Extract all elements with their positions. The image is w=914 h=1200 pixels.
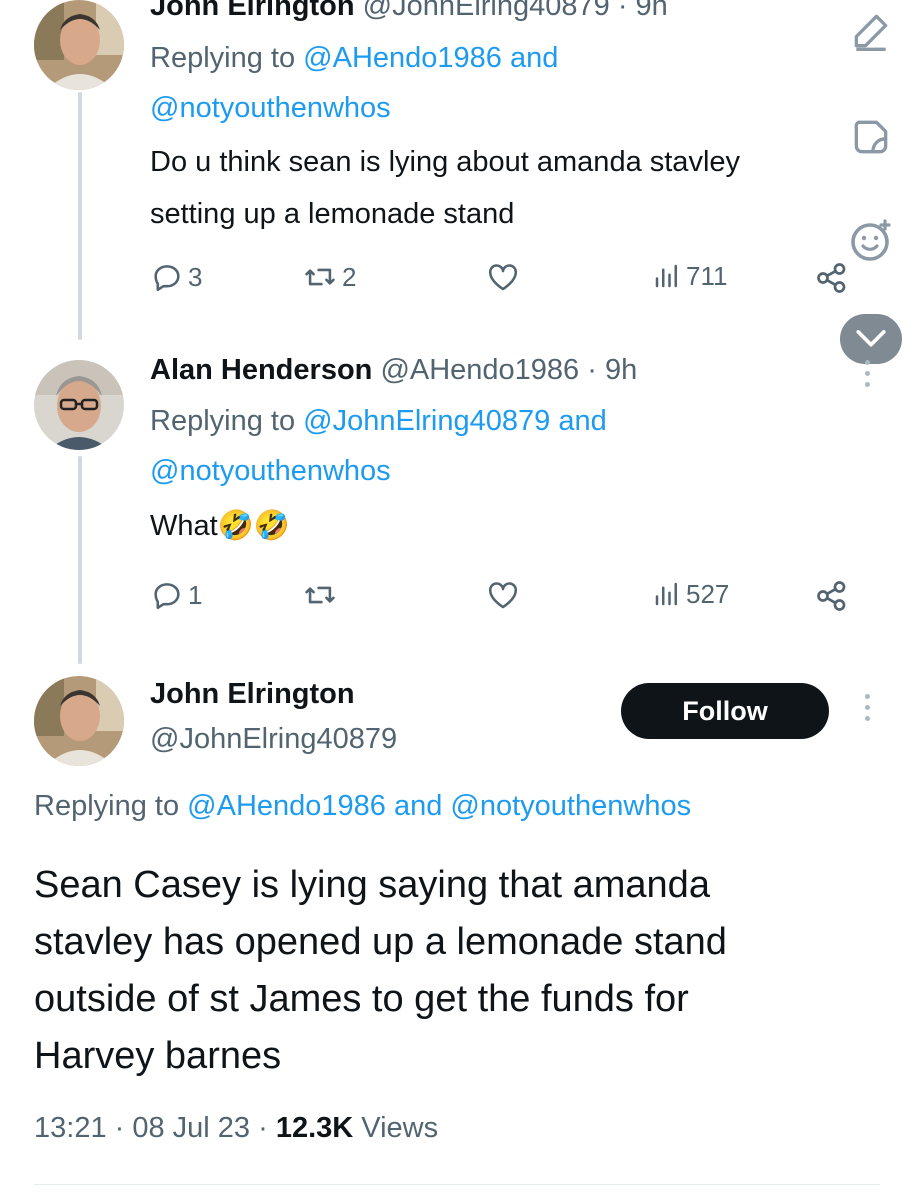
replying-prefix: Replying to	[34, 790, 188, 822]
main-author: John Elrington @JohnElring40879	[150, 678, 397, 756]
tweet-text-line: What	[150, 510, 218, 542]
and-text: and	[501, 42, 559, 74]
replying-prefix: Replying to	[150, 42, 304, 74]
avatar[interactable]	[34, 0, 124, 90]
separator-dot: ·	[579, 354, 605, 386]
avatar[interactable]	[34, 360, 124, 450]
views-button[interactable]: 527	[652, 578, 729, 610]
tweet-actions: 1 527	[150, 578, 870, 618]
share-button[interactable]	[814, 578, 850, 614]
thread-line	[78, 92, 82, 340]
views-count: 527	[686, 578, 730, 609]
mention-link[interactable]: @AHendo1986	[303, 42, 502, 74]
heart-icon	[488, 582, 518, 609]
retweet-count: 2	[342, 261, 357, 292]
mention-link[interactable]: @notyouthenwhos	[450, 790, 691, 822]
laughing-emoji: 🤣🤣	[217, 510, 290, 542]
follow-button[interactable]: Follow	[621, 683, 829, 739]
views-button[interactable]: 711	[652, 260, 727, 292]
mention-link[interactable]: @notyouthenwhos	[150, 92, 391, 124]
like-button[interactable]	[486, 260, 520, 294]
separator-dot: ·	[106, 1112, 133, 1144]
more-dots-icon[interactable]	[862, 694, 872, 721]
emoji-icon	[851, 219, 891, 261]
author-name[interactable]: John Elrington	[150, 678, 397, 711]
reply-count: 1	[188, 579, 203, 610]
and-text: and	[385, 790, 451, 822]
replying-to: Replying to @AHendo1986 and @notyouthenw…	[34, 790, 691, 823]
pencil-icon	[854, 14, 888, 51]
tweet-actions: 3 2 711	[150, 260, 870, 300]
thread-line	[78, 456, 82, 664]
reply-icon	[154, 265, 180, 292]
tweet-time[interactable]: 9h	[605, 354, 637, 386]
chevron-down-icon	[856, 330, 886, 347]
tweet-text-line: Harvey barnes	[34, 1035, 282, 1077]
tweet-header: John Elrington @JohnElring40879 · 9h	[150, 0, 668, 23]
and-text: and	[550, 405, 607, 437]
share-icon	[817, 581, 846, 611]
tweet-text-line: stavley has opened up a lemonade stand	[34, 921, 727, 963]
replying-to: Replying to @JohnElring40879 and @notyou…	[150, 396, 890, 496]
reply-button[interactable]: 3	[150, 260, 202, 294]
tweet-date[interactable]: 08 Jul 23	[132, 1112, 250, 1144]
reply-icon	[154, 583, 180, 610]
tweet-header: Alan Henderson @AHendo1986 · 9h	[150, 354, 637, 387]
tweet-text: What🤣🤣	[150, 500, 900, 552]
separator-dot: ·	[609, 0, 636, 22]
reply-button[interactable]: 1	[150, 578, 202, 612]
tweet-time[interactable]: 13:21	[34, 1112, 107, 1144]
edit-button[interactable]	[838, 0, 904, 64]
retweet-icon	[305, 586, 335, 604]
more-dots-icon[interactable]	[862, 360, 872, 387]
replying-prefix: Replying to	[150, 405, 304, 437]
tweet-time[interactable]: 9h	[636, 0, 668, 22]
reply-count: 3	[188, 261, 203, 292]
views-icon	[655, 582, 677, 606]
author-handle[interactable]: @JohnElring40879	[363, 0, 610, 22]
views-label: Views	[353, 1112, 439, 1144]
replying-to: Replying to @AHendo1986 and @notyouthenw…	[150, 33, 890, 133]
like-button[interactable]	[486, 578, 520, 612]
author-name[interactable]: John Elrington	[150, 0, 355, 22]
mention-link[interactable]: @JohnElring40879	[303, 405, 550, 437]
tweet-text-line: Sean Casey is lying saying that amanda	[34, 864, 710, 906]
author-name[interactable]: Alan Henderson	[150, 354, 372, 386]
emoji-button[interactable]	[838, 208, 904, 274]
separator-dot: ·	[250, 1112, 276, 1144]
heart-icon	[488, 264, 518, 291]
divider	[34, 1184, 880, 1185]
views-icon	[655, 264, 677, 288]
tweet-text-line: setting up a lemonade stand	[150, 198, 515, 230]
tweet-text: Sean Casey is lying saying that amanda s…	[34, 857, 874, 1085]
tweet-text: Do u think sean is lying about amanda st…	[150, 136, 900, 240]
views-count: 12.3K	[275, 1112, 354, 1144]
author-handle[interactable]: @AHendo1986	[380, 354, 579, 386]
mention-link[interactable]: @notyouthenwhos	[150, 455, 391, 487]
retweet-icon	[305, 268, 335, 286]
tweet-text-line: outside of st James to get the funds for	[34, 978, 689, 1020]
sticker-icon	[854, 120, 888, 154]
views-count: 711	[686, 260, 728, 291]
tweet-text-line: Do u think sean is lying about amanda st…	[150, 146, 741, 178]
avatar[interactable]	[34, 676, 124, 766]
tweet-meta: 13:21 · 08 Jul 23 · 12.3K Views	[34, 1112, 438, 1145]
mention-link[interactable]: @AHendo1986	[187, 790, 386, 822]
retweet-button[interactable]	[302, 578, 338, 612]
author-handle[interactable]: @JohnElring40879	[150, 723, 397, 756]
sticker-button[interactable]	[838, 104, 904, 170]
retweet-button[interactable]: 2	[302, 260, 356, 294]
